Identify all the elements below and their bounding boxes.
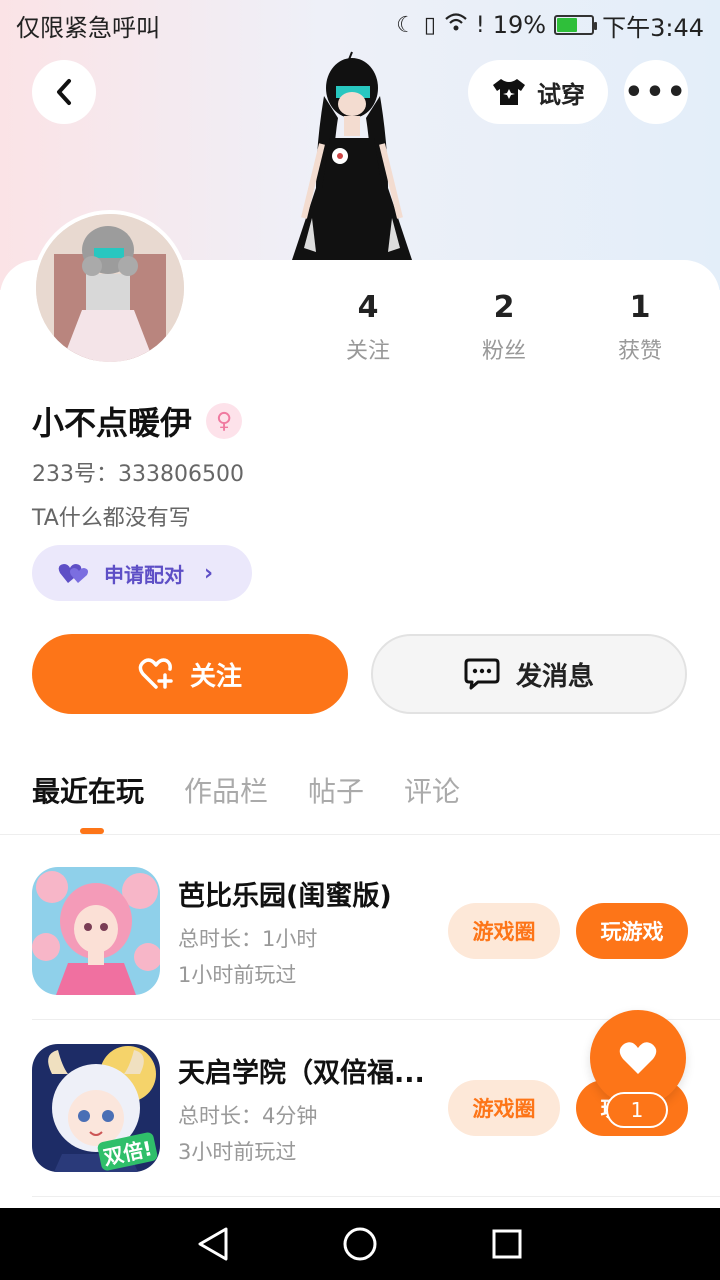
game-row[interactable]: 芭比乐园(闺蜜版) 总时长：1小时 1小时前玩过 游戏圈 玩游戏 <box>32 866 720 996</box>
tab-posts[interactable]: 帖子 <box>308 770 364 810</box>
game-title: 芭比乐园(闺蜜版) <box>178 880 392 912</box>
tab-recent-played[interactable]: 最近在玩 <box>32 770 144 810</box>
game-icon-barbie[interactable] <box>32 867 160 995</box>
tab-comments[interactable]: 评论 <box>404 770 460 810</box>
like-count-badge: 1 <box>606 1092 668 1128</box>
user-id: 233号：333806500 <box>32 456 244 488</box>
tshirt-icon <box>493 79 525 105</box>
stat-label: 粉丝 <box>481 339 526 364</box>
game-duration: 总时长：4分钟 <box>178 1103 318 1128</box>
try-on-button[interactable]: 试穿 <box>468 60 608 124</box>
game-info: 天启学院（双倍福... 总时长：4分钟 3小时前玩过 <box>178 1051 438 1166</box>
circle-home-icon <box>343 1227 377 1261</box>
stat-likes[interactable]: 1 获赞 <box>572 290 708 365</box>
stat-number: 1 <box>629 290 651 325</box>
stat-label: 获赞 <box>617 339 662 364</box>
row-divider <box>32 1196 720 1197</box>
game-last-played: 1小时前玩过 <box>178 962 297 987</box>
tab-works[interactable]: 作品栏 <box>184 770 268 810</box>
wifi-icon <box>444 12 468 38</box>
status-time: 下午3:44 <box>602 13 704 42</box>
follow-label: 关注 <box>189 661 242 692</box>
stat-followers[interactable]: 2 粉丝 <box>436 290 572 365</box>
alert-icon: ! <box>475 12 485 38</box>
moon-icon: ☾ <box>396 12 416 38</box>
battery-percent: 19% <box>492 11 547 39</box>
user-id-value: 333806500 <box>118 462 244 487</box>
game-circle-button[interactable]: 游戏圈 <box>448 903 560 959</box>
stat-number: 4 <box>357 290 379 325</box>
pair-request-label: 申请配对 <box>104 562 184 587</box>
square-recents-icon <box>492 1229 522 1259</box>
follow-button[interactable]: 关注 <box>32 634 348 714</box>
recents-nav-button[interactable] <box>487 1224 527 1264</box>
send-message-label: 发消息 <box>515 661 594 692</box>
status-right: ☾ ▯ ! 19% 下午3:44 <box>396 8 704 43</box>
triangle-back-icon <box>198 1227 228 1261</box>
status-carrier-text: 仅限紧急呼叫 <box>16 13 160 42</box>
game-title: 天启学院（双倍福... <box>178 1057 425 1089</box>
chevron-left-icon <box>57 79 71 105</box>
game-icon-tianqi[interactable]: 双倍! <box>32 1044 160 1172</box>
system-nav-bar <box>0 1208 720 1280</box>
female-icon: ♀ <box>206 403 243 439</box>
stats-row: 4 关注 2 粉丝 1 获赞 <box>300 290 720 365</box>
vibrate-icon: ▯ <box>423 12 436 38</box>
username: 小不点暖伊 <box>32 404 193 442</box>
double-heart-icon <box>58 564 88 583</box>
stat-label: 关注 <box>345 339 390 364</box>
avatar-figure <box>282 48 422 260</box>
home-nav-button[interactable] <box>340 1224 380 1264</box>
send-message-button[interactable]: 发消息 <box>371 634 687 714</box>
profile-tabs: 最近在玩 作品栏 帖子 评论 <box>32 770 460 810</box>
play-game-button[interactable]: 玩游戏 <box>576 903 688 959</box>
stat-number: 2 <box>493 290 515 325</box>
heart-plus-icon <box>138 658 173 689</box>
avatar[interactable] <box>32 210 188 366</box>
more-button[interactable]: ••• <box>624 60 688 124</box>
back-button[interactable] <box>32 60 96 124</box>
chevron-right-icon: › <box>204 560 214 586</box>
more-dots-icon: ••• <box>624 74 688 110</box>
user-id-label: 233号： <box>32 462 118 487</box>
game-last-played: 3小时前玩过 <box>178 1139 297 1164</box>
try-on-label: 试穿 <box>537 80 585 109</box>
game-duration: 总时长：1小时 <box>178 926 318 951</box>
stat-following[interactable]: 4 关注 <box>300 290 436 365</box>
game-info: 芭比乐园(闺蜜版) 总时长：1小时 1小时前玩过 <box>178 874 438 989</box>
username-row: 小不点暖伊 ♀ <box>32 398 243 444</box>
chat-bubble-icon <box>464 658 500 690</box>
pair-request-button[interactable]: 申请配对 › <box>32 545 252 601</box>
game-circle-button[interactable]: 游戏圈 <box>448 1080 560 1136</box>
status-bar: 仅限紧急呼叫 ☾ ▯ ! 19% 下午3:44 <box>0 0 720 50</box>
back-nav-button[interactable] <box>193 1224 233 1264</box>
heart-icon <box>619 1042 657 1074</box>
tab-divider <box>0 834 720 835</box>
battery-icon <box>554 15 598 35</box>
user-bio: TA什么都没有写 <box>32 506 191 531</box>
